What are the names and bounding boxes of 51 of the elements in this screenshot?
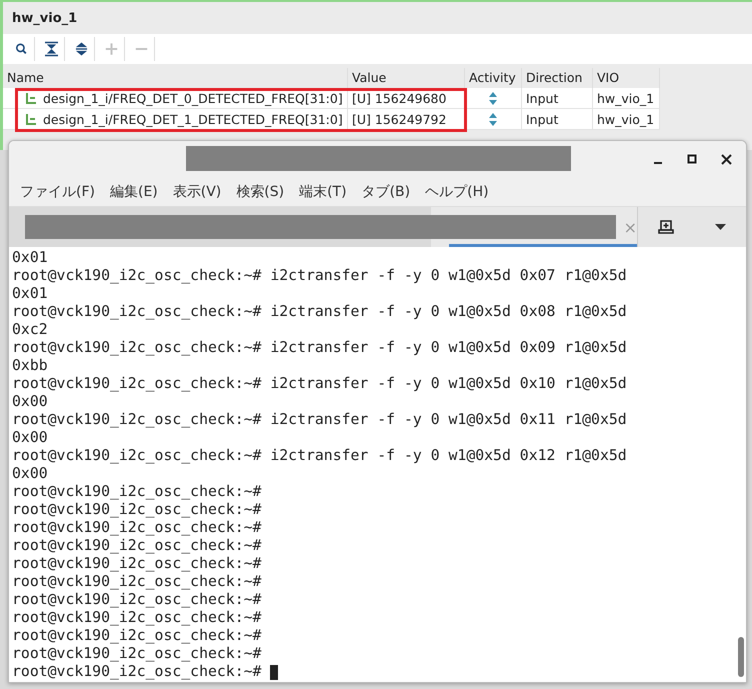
table-cell: Input: [522, 109, 593, 130]
panel-title: hw_vio_1: [12, 10, 78, 26]
terminal-line: root@vck190_i2c_osc_check:~# i2ctransfer -f -y 0 w1@0x5d 0x10 r1@0x5d: [12, 375, 627, 393]
column-header[interactable]: Value: [348, 68, 465, 88]
terminal-line: root@vck190_i2c_osc_check:~# i2ctransfer -f -y 0 w1@0x5d 0x12 r1@0x5d: [12, 447, 627, 465]
menu-item[interactable]: ヘルプ(H): [425, 182, 489, 200]
menu-item[interactable]: ファイル(F): [20, 182, 95, 200]
close-icon[interactable]: [720, 154, 732, 164]
new-tab-icon[interactable]: [658, 219, 674, 235]
up-down-arrow-icon: [489, 92, 497, 104]
terminal-line: root@vck190_i2c_osc_check:~#: [12, 537, 262, 555]
terminal-line: root@vck190_i2c_osc_check:~# i2ctransfer -f -y 0 w1@0x5d 0x07 r1@0x5d: [12, 267, 627, 285]
table-cell: [U] 156249792: [348, 109, 465, 130]
terminal-line: root@vck190_i2c_osc_check:~#: [12, 555, 262, 573]
expand-all-icon[interactable]: [75, 41, 88, 57]
terminal-line: root@vck190_i2c_osc_check:~# i2ctransfer -f -y 0 w1@0x5d 0x08 r1@0x5d: [12, 303, 627, 321]
menu-item[interactable]: 端末(T): [299, 182, 347, 200]
collapse-all-icon[interactable]: [45, 41, 58, 57]
terminal-line: root@vck190_i2c_osc_check:~#: [12, 609, 262, 627]
terminal-line: 0x01: [12, 249, 48, 267]
terminal-line: root@vck190_i2c_osc_check:~#: [12, 627, 262, 645]
terminal-line: root@vck190_i2c_osc_check:~#: [12, 483, 262, 501]
table-cell: Input: [522, 88, 593, 109]
signal-icon: [25, 112, 37, 126]
terminal-line: 0x00: [12, 465, 48, 483]
terminal-line: root@vck190_i2c_osc_check:~# i2ctransfer -f -y 0 w1@0x5d 0x11 r1@0x5d: [12, 411, 627, 429]
terminal-line: 0x01: [12, 285, 48, 303]
terminal-line: root@vck190_i2c_osc_check:~#: [12, 519, 262, 537]
scrollbar-thumb[interactable]: [738, 637, 744, 677]
signal-icon: [25, 92, 37, 104]
terminal-line: root@vck190_i2c_osc_check:~#: [12, 645, 262, 663]
table-cell: design_1_i/FREQ_DET_1_DETECTED_FREQ[31:0]: [3, 109, 348, 130]
dropdown-arrow-icon[interactable]: [714, 224, 726, 230]
table-cell: hw_vio_1: [593, 109, 660, 130]
terminal-line: 0x00: [12, 393, 48, 411]
menu-item[interactable]: タブ(B): [362, 182, 410, 200]
text-cursor: [270, 664, 278, 680]
maximize-icon[interactable]: [687, 154, 697, 164]
terminal-line: 0x00: [12, 429, 48, 447]
menu-item[interactable]: 検索(S): [236, 182, 284, 200]
menu-item[interactable]: 編集(E): [110, 182, 158, 200]
terminal-line: root@vck190_i2c_osc_check:~# i2ctransfer -f -y 0 w1@0x5d 0x09 r1@0x5d: [12, 339, 627, 357]
terminal-line: root@vck190_i2c_osc_check:~#: [12, 501, 262, 519]
terminal-line: 0xbb: [12, 357, 48, 375]
table-cell: hw_vio_1: [593, 88, 660, 109]
terminal-line: root@vck190_i2c_osc_check:~#: [12, 573, 262, 591]
terminal-line: 0xc2: [12, 321, 48, 339]
up-down-arrow-icon: [489, 112, 497, 126]
terminal-line: root@vck190_i2c_osc_check:~#: [12, 591, 262, 609]
menu-item[interactable]: 表示(V): [172, 182, 222, 200]
terminal-line: root@vck190_i2c_osc_check:~#: [12, 663, 262, 681]
